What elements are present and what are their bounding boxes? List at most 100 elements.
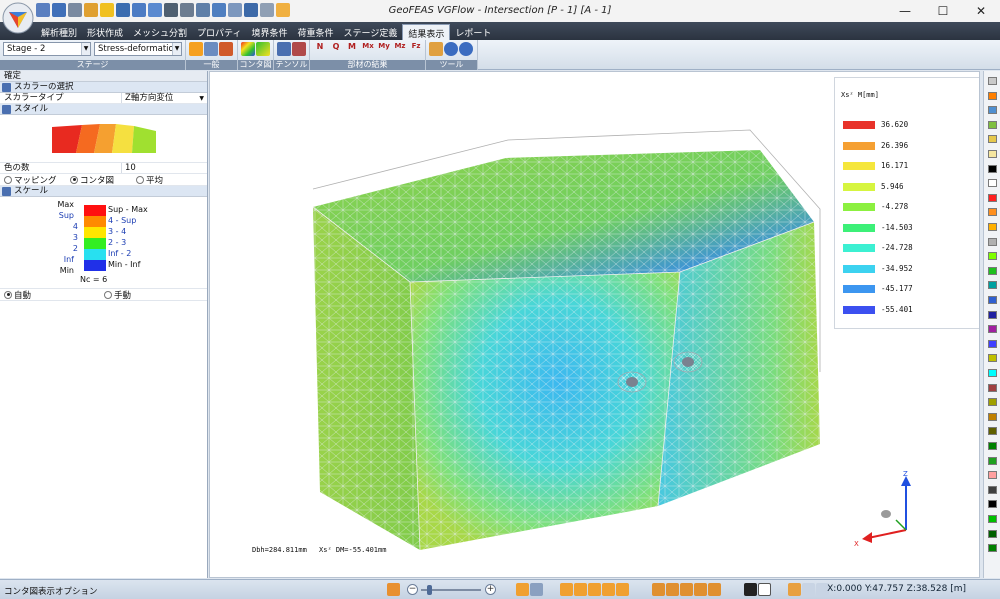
tab-load[interactable]: 荷重条件 [293,24,339,40]
palette-swatch[interactable] [988,354,997,363]
palette-swatch[interactable] [988,515,997,523]
scale-color-2[interactable] [84,216,106,227]
palette-swatch[interactable] [988,296,997,304]
palette-swatch[interactable] [988,339,997,348]
palette-swatch[interactable] [988,150,997,158]
3d-viewport[interactable]: Z X Dbh=284.811mm Xsᶻ DM=-55.401mm Xsᶻ M… [209,71,980,578]
minimize-button[interactable]: — [886,0,924,22]
palette-swatch[interactable] [988,471,997,480]
shape-fill-icon[interactable] [616,583,629,596]
deform-icon[interactable] [189,42,203,56]
close-button[interactable]: ✕ [962,0,1000,22]
zoom-knob[interactable] [427,585,432,595]
tab-stage[interactable]: ステージ定義 [339,24,403,40]
pen-icon[interactable] [204,42,218,56]
render-options-icon[interactable] [530,583,543,596]
palette-swatch[interactable] [988,252,997,261]
snap-edge-icon[interactable] [680,583,693,596]
radio-auto[interactable]: 自動 [4,289,104,301]
num-colors-input[interactable]: 10 [122,163,207,173]
polyline-icon[interactable] [588,583,601,596]
snap-node-icon[interactable] [666,583,679,596]
moment-x-icon[interactable]: Mx [361,42,375,56]
tensor-icon[interactable] [277,42,291,56]
moment-icon[interactable]: M [345,42,359,56]
palette-swatch[interactable] [988,485,997,494]
radio-mapping[interactable]: マッピング [4,174,70,186]
palette-swatch[interactable] [988,120,997,129]
palette-swatch[interactable] [988,369,997,377]
tab-mesh[interactable]: メッシュ分割 [128,24,192,40]
radio-contour[interactable]: コンタ図 [70,174,136,186]
palette-swatch[interactable] [988,237,997,246]
display-black-icon[interactable] [744,583,757,596]
scale-label-2[interactable]: 2 [54,244,78,253]
moment-y-icon[interactable]: My [377,42,391,56]
moment-z-icon[interactable]: Mz [393,42,407,56]
line-icon[interactable] [574,583,587,596]
palette-swatch[interactable] [988,310,997,319]
snap-face-icon[interactable] [694,583,707,596]
palette-swatch[interactable] [988,442,997,450]
palette-swatch[interactable] [988,164,997,173]
window-tile-icon[interactable] [802,583,815,596]
scale-color-5[interactable] [84,249,106,260]
palette-swatch[interactable] [988,456,997,465]
info-icon[interactable] [444,42,458,56]
scale-label-sup[interactable]: Sup [50,211,74,220]
stage-select[interactable]: Stage - 2 ▼ [3,42,91,56]
tab-boundary[interactable]: 境界条件 [247,24,293,40]
palette-swatch[interactable] [988,77,997,85]
palette-swatch[interactable] [988,208,997,217]
scale-color-3[interactable] [84,227,106,238]
palette-swatch[interactable] [988,91,997,100]
contour-options-icon[interactable] [256,42,270,56]
scale-color-1[interactable] [84,205,106,216]
palette-swatch[interactable] [988,193,997,202]
folder-icon[interactable] [429,42,443,56]
point-icon[interactable] [560,583,573,596]
palette-swatch[interactable] [988,427,997,436]
scale-label-inf[interactable]: Inf [50,255,74,264]
palette-swatch[interactable] [988,412,997,421]
palette-swatch[interactable] [988,500,997,509]
palette-swatch[interactable] [988,398,997,407]
app-logo-icon[interactable] [1,1,35,35]
shear-force-icon[interactable]: Q [329,42,343,56]
window-icon[interactable] [788,583,801,596]
palette-swatch[interactable] [988,529,997,538]
tab-analysis-type[interactable]: 解析種別 [36,24,82,40]
scale-editor[interactable]: Max Sup 4 3 2 Inf Min Sup - Max 4 - Sup … [0,197,207,289]
section-scalar[interactable]: スカラーの選択 [0,82,207,93]
tensor-arrow-icon[interactable] [292,42,306,56]
shape-icon[interactable] [602,583,615,596]
render-icon[interactable] [516,583,529,596]
palette-swatch[interactable] [988,544,997,553]
palette-swatch[interactable] [988,106,997,115]
grid-view-icon[interactable] [387,583,400,596]
tab-property[interactable]: プロパティ [192,24,246,40]
section-style[interactable]: スタイル [0,104,207,115]
tab-results[interactable]: 結果表示 [402,24,451,40]
contour-icon[interactable] [241,42,255,56]
contour-style-preview[interactable] [0,115,207,163]
axial-force-icon[interactable]: N [313,42,327,56]
force-z-icon[interactable]: Fz [409,42,423,56]
display-white-icon[interactable] [758,583,771,596]
radio-manual[interactable]: 手動 [104,289,131,301]
palette-swatch[interactable] [988,135,997,144]
palette-swatch[interactable] [988,223,997,231]
palette-swatch[interactable] [988,281,997,290]
section-scale[interactable]: スケール [0,186,207,197]
scalar-type-select[interactable]: Z軸方向変位 ▼ [122,93,207,103]
tab-report[interactable]: レポート [450,24,496,40]
zoom-slider[interactable]: − + [407,583,497,596]
zoom-out-icon[interactable]: − [407,584,418,595]
label-icon[interactable] [219,42,233,56]
panel-confirm-button[interactable]: 確定 [0,71,207,82]
scale-label-4[interactable]: 4 [54,222,78,231]
scale-color-6[interactable] [84,260,106,271]
result-type-select[interactable]: Stress-deformation ▼ [94,42,182,56]
palette-swatch[interactable] [988,179,997,188]
scale-label-3[interactable]: 3 [54,233,78,242]
